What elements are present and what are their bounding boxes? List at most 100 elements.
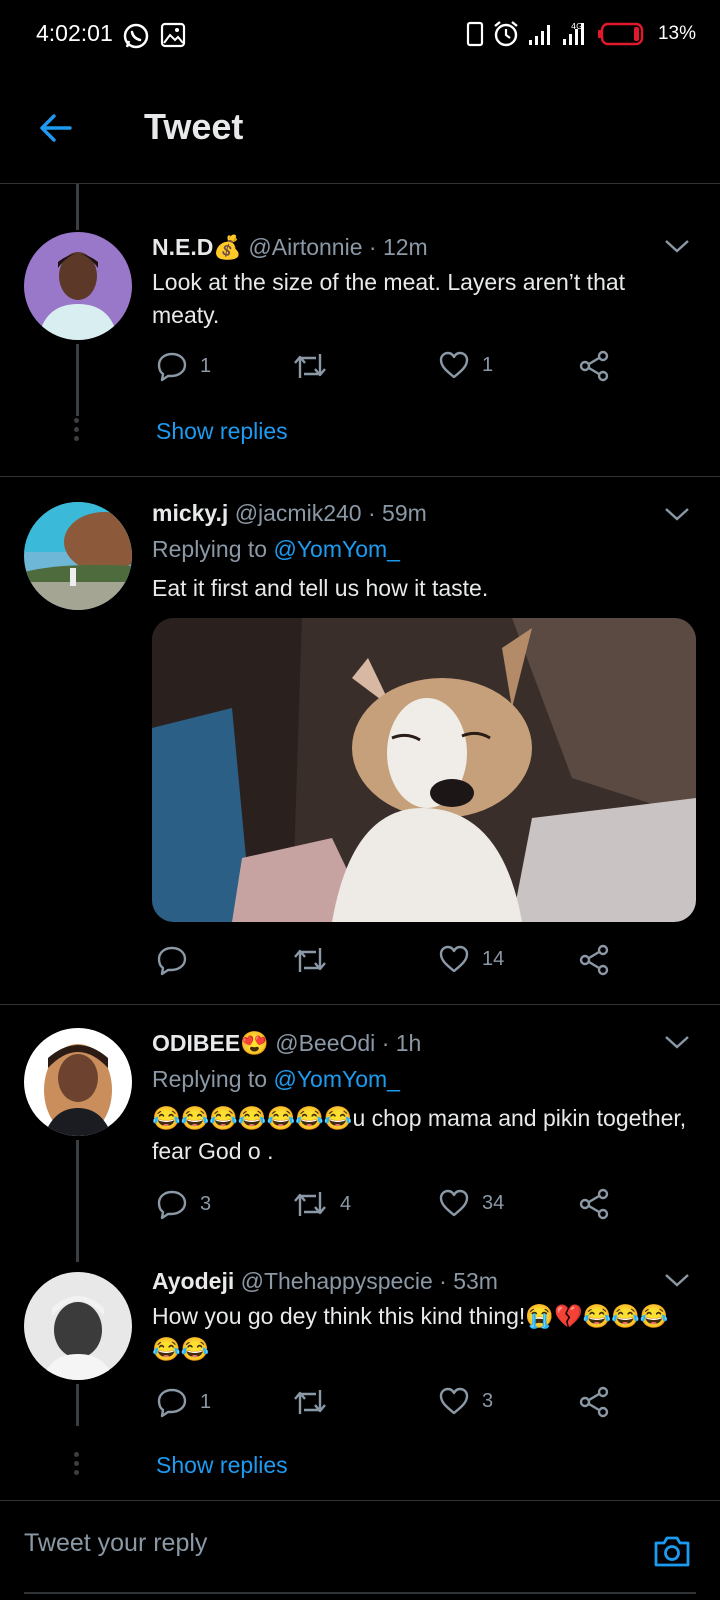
retweet-icon xyxy=(294,1390,326,1414)
retweet-button[interactable] xyxy=(292,350,340,382)
svg-text:4G: 4G xyxy=(571,22,582,31)
retweet-icon xyxy=(294,354,326,378)
share-button[interactable] xyxy=(578,1188,610,1220)
retweet-button[interactable] xyxy=(292,1386,340,1418)
share-icon xyxy=(579,1188,609,1220)
reply-count: 1 xyxy=(200,354,212,377)
replying-prefix: Replying to xyxy=(152,1066,268,1092)
replying-to-link[interactable]: @YomYom_ xyxy=(273,536,400,562)
like-button[interactable]: 14 xyxy=(438,944,504,974)
like-count: 34 xyxy=(482,1191,505,1214)
like-button[interactable]: 1 xyxy=(438,350,493,380)
reply-button[interactable]: 1 xyxy=(156,350,211,382)
like-count: 3 xyxy=(482,1389,494,1412)
tweet-media-image[interactable] xyxy=(152,618,696,922)
reply-button[interactable] xyxy=(156,944,200,976)
retweet-icon xyxy=(294,948,326,972)
tweet-time: · 53m xyxy=(439,1268,498,1294)
author-handle[interactable]: @BeeOdi xyxy=(275,1030,375,1056)
reply-button[interactable]: 1 xyxy=(156,1386,211,1418)
retweet-button[interactable] xyxy=(292,944,340,976)
reply-input[interactable]: Tweet your reply xyxy=(24,1529,207,1558)
status-system-icons: 4G 13% xyxy=(466,20,696,48)
tweet-meta: N.E.D💰 @Airtonnie · 12m xyxy=(152,234,428,261)
reply-icon xyxy=(157,946,187,976)
tweet-actions: 1 1 xyxy=(152,350,622,390)
author-name[interactable]: micky.j xyxy=(152,500,228,526)
tweet-actions: 3 4 34 xyxy=(152,1188,622,1228)
share-icon xyxy=(579,1386,609,1418)
signal-icon xyxy=(528,25,550,45)
replying-to-link[interactable]: @YomYom_ xyxy=(273,1066,400,1092)
chevron-down-icon[interactable] xyxy=(664,1034,690,1050)
tweet-actions: 14 xyxy=(152,944,622,984)
heart-icon xyxy=(439,945,469,973)
vibrate-icon xyxy=(466,21,484,47)
divider xyxy=(24,1592,696,1594)
show-replies-link[interactable]: Show replies xyxy=(156,1452,288,1479)
signal-4g-icon: 4G xyxy=(562,22,584,45)
tweet-header: Tweet xyxy=(0,72,720,184)
divider xyxy=(0,1004,720,1005)
reply-icon xyxy=(157,352,187,382)
tweet-meta: Ayodeji @Thehappyspecie · 53m xyxy=(152,1268,498,1295)
tweet-text: Eat it first and tell us how it taste. xyxy=(152,575,489,601)
heart-icon xyxy=(439,1387,469,1415)
thread-line xyxy=(76,1384,79,1426)
status-time: 4:02:01 xyxy=(36,20,113,46)
tweet-text: Look at the size of the meat. Layers are… xyxy=(152,269,626,328)
tweet-actions: 1 3 xyxy=(152,1386,622,1426)
avatar[interactable] xyxy=(24,1272,132,1380)
like-count: 14 xyxy=(482,947,505,970)
reply-icon xyxy=(157,1190,187,1220)
chevron-down-icon[interactable] xyxy=(664,506,690,522)
tweet-text: 😂😂😂😂😂😂😂u chop mama and pikin together, f… xyxy=(152,1105,687,1164)
thread-line xyxy=(76,344,79,416)
like-button[interactable]: 3 xyxy=(438,1386,493,1416)
like-button[interactable]: 34 xyxy=(438,1188,504,1218)
chevron-down-icon[interactable] xyxy=(664,1272,690,1288)
heart-icon xyxy=(439,1189,469,1217)
tweet-text: How you go dey think this kind thing!😭💔😂… xyxy=(152,1303,669,1362)
retweet-icon xyxy=(294,1192,326,1216)
tweet-meta: ODIBEE😍 @BeeOdi · 1h xyxy=(152,1030,421,1057)
chevron-down-icon[interactable] xyxy=(664,238,690,254)
divider xyxy=(0,476,720,477)
back-arrow-icon[interactable] xyxy=(36,108,76,148)
tweet-time: · 1h xyxy=(381,1030,422,1056)
avatar[interactable] xyxy=(24,1028,132,1136)
battery-percent: 13% xyxy=(657,23,696,44)
share-icon xyxy=(579,350,609,382)
share-button[interactable] xyxy=(578,350,610,382)
share-icon xyxy=(579,944,609,976)
avatar[interactable] xyxy=(24,502,132,610)
page-title: Tweet xyxy=(144,106,244,147)
avatar[interactable] xyxy=(24,232,132,340)
replying-prefix: Replying to xyxy=(152,536,268,562)
camera-icon[interactable] xyxy=(652,1531,692,1571)
retweet-button[interactable]: 4 xyxy=(292,1188,351,1220)
author-name[interactable]: Ayodeji xyxy=(152,1268,234,1294)
reply-icon xyxy=(157,1388,187,1418)
author-handle[interactable]: @jacmik240 xyxy=(235,500,362,526)
share-button[interactable] xyxy=(578,1386,610,1418)
heart-icon xyxy=(439,351,469,379)
like-count: 1 xyxy=(482,353,494,376)
author-name[interactable]: N.E.D xyxy=(152,234,213,260)
tweet-time: · 12m xyxy=(368,234,428,260)
author-handle[interactable]: @Thehappyspecie xyxy=(241,1268,433,1294)
author-handle[interactable]: @Airtonnie xyxy=(248,234,362,260)
reply-count: 1 xyxy=(200,1390,212,1413)
whatsapp-icon xyxy=(123,23,149,49)
author-name[interactable]: ODIBEE xyxy=(152,1030,240,1056)
thread-line xyxy=(76,184,79,230)
share-button[interactable] xyxy=(578,944,610,976)
status-notification-icons xyxy=(122,22,186,50)
reply-button[interactable]: 3 xyxy=(156,1188,211,1220)
author-emoji: 😍 xyxy=(240,1030,269,1056)
gallery-icon xyxy=(160,22,186,48)
show-replies-link[interactable]: Show replies xyxy=(156,418,288,445)
retweet-count: 4 xyxy=(340,1192,352,1215)
battery-icon xyxy=(597,22,644,46)
tweet-meta: micky.j @jacmik240 · 59m xyxy=(152,500,427,527)
